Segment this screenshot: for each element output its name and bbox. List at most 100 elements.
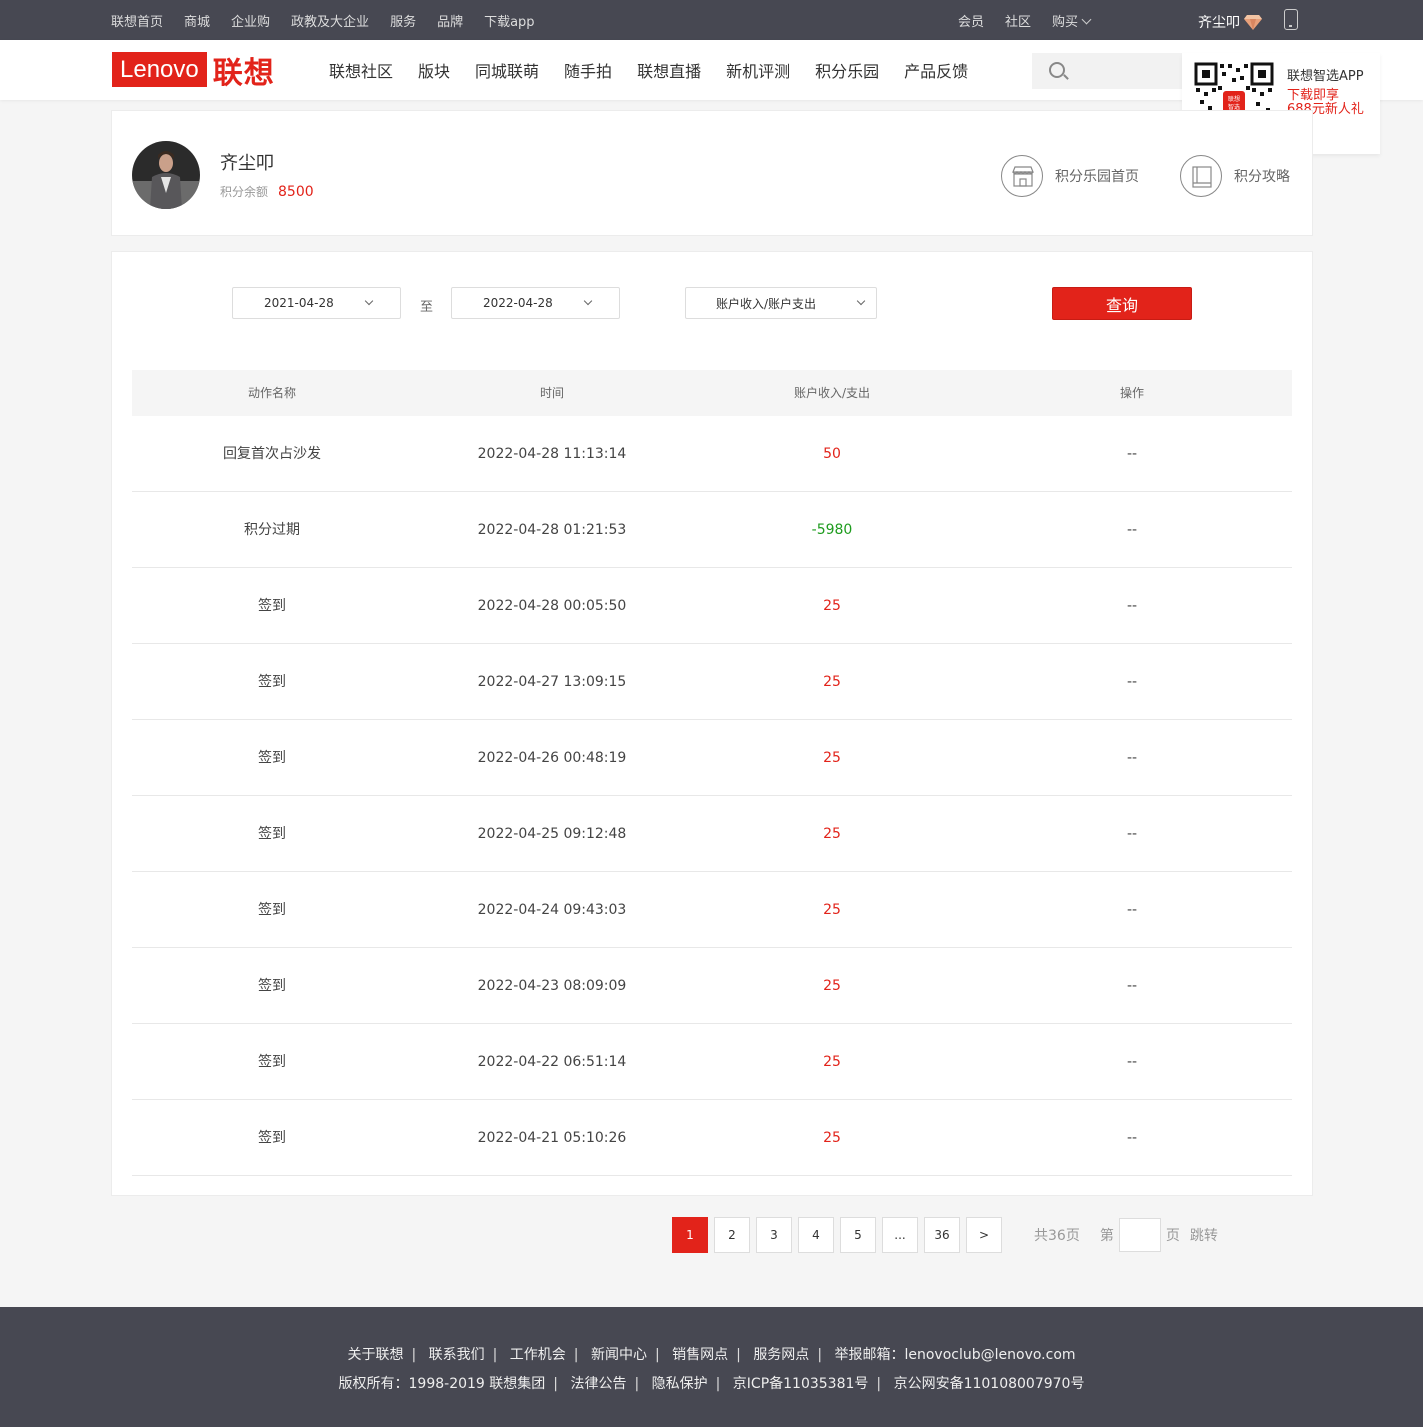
nav-item-points[interactable]: 积分乐园 [815,58,879,82]
top-link-mall[interactable]: 商城 [184,11,210,30]
top-link-buy-label: 购买 [1052,14,1079,30]
footer-links: 关于联想 | 联系我们 | 工作机会 | 新闻中心 | 销售网点 | 服务网点 | 举报邮箱… [347,1347,1076,1363]
total-pages: 共36页 [1034,1228,1080,1244]
lenovo-logo[interactable]: Lenovo 联想 [112,52,275,91]
jump-button[interactable]: 跳转 [1190,1225,1218,1245]
table-row: 签到 2022-04-21 05:10:26 25 -- [132,1100,1292,1176]
table-header: 动作名称 时间 账户收入/支出 操作 [132,370,1292,416]
row-operation: -- [1126,1130,1138,1146]
row-action: 签到 [258,1130,286,1146]
top-link-enterprise[interactable]: 企业购 [231,11,270,30]
row-action: 签到 [258,978,286,994]
top-link-gov-edu[interactable]: 政教及大企业 [291,11,369,30]
top-link-buy[interactable]: 购买 [1052,11,1092,30]
table-row: 签到 2022-04-23 08:09:09 25 -- [132,948,1292,1024]
table-row: 签到 2022-04-28 00:05:50 25 -- [132,568,1292,644]
top-bar-left-links: 联想首页 商城 企业购 政教及大企业 服务 品牌 下载app [111,0,556,40]
table-row: 签到 2022-04-25 09:12:48 25 -- [132,796,1292,872]
page-ellipsis: ... [882,1217,918,1253]
row-operation: -- [1126,1054,1138,1070]
header-operation: 操作 [1119,386,1144,400]
type-select[interactable]: 账户收入/账户支出 [685,287,877,319]
footer-link-legal[interactable]: 法律公告 [570,1376,626,1392]
avatar[interactable] [132,141,200,209]
search-input[interactable] [1032,53,1182,89]
diamond-icon [1244,15,1262,30]
footer-link-service[interactable]: 服务网点 [753,1347,809,1363]
goto-page-input[interactable] [1118,1218,1161,1252]
top-link-member[interactable]: 会员 [958,11,984,30]
row-time: 2022-04-26 00:48:19 [477,750,627,766]
points-balance: 积分余额 8500 [220,183,314,200]
row-amount: 25 [823,1054,841,1070]
footer-icp[interactable]: 京ICP备11035381号 [733,1376,869,1392]
row-operation: -- [1126,902,1138,918]
footer-copyright: 版权所有：1998-2019 联想集团 | 法律公告 | 隐私保护 | 京ICP备11… [338,1376,1085,1392]
top-link-brand[interactable]: 品牌 [437,11,463,30]
top-link-community[interactable]: 社区 [1005,11,1031,30]
footer-police-record[interactable]: 京公网安备110108007970号 [894,1376,1085,1392]
top-bar: 联想首页 商城 企业购 政教及大企业 服务 品牌 下载app 会员 社区 购买 … [0,0,1423,40]
row-time: 2022-04-27 13:09:15 [477,674,627,690]
profile-username: 齐尘叩 [220,153,274,174]
page-button-last[interactable]: 36 [924,1217,960,1253]
nav-item-reviews[interactable]: 新机评测 [726,58,790,82]
footer-link-sales[interactable]: 销售网点 [672,1347,728,1363]
end-date-select[interactable]: 2022-04-28 [451,287,620,319]
points-history-card: 2021-04-28 至 2022-04-28 账户收入/账户支出 查询 动作名… [111,251,1313,1196]
main-nav: 联想社区 版块 同城联萌 随手拍 联想直播 新机评测 积分乐园 产品反馈 [329,40,993,100]
top-link-service[interactable]: 服务 [390,11,416,30]
chevron-down-icon [583,296,593,306]
points-guide-link[interactable]: 积分攻略 [1180,155,1290,197]
nav-item-snapshots[interactable]: 随手拍 [564,58,612,82]
top-bar-right-links: 会员 社区 购买 [958,0,1111,40]
page-button-1[interactable]: 1 [672,1217,708,1253]
nav-item-feedback[interactable]: 产品反馈 [904,58,968,82]
row-operation: -- [1126,598,1138,614]
footer-report-email[interactable]: 举报邮箱：lenovoclub@lenovo.com [834,1347,1075,1363]
query-button[interactable]: 查询 [1052,287,1192,320]
search-icon[interactable] [1049,62,1065,78]
nav-item-community[interactable]: 联想社区 [329,58,393,82]
nav-item-live[interactable]: 联想直播 [637,58,701,82]
mobile-phone-icon[interactable] [1284,9,1298,30]
goto-suffix: 页 [1165,1228,1180,1244]
logo-en: Lenovo [112,52,207,87]
points-park-home-link[interactable]: 积分乐园首页 [1001,155,1139,197]
row-amount: -5980 [811,522,853,538]
nav-item-boards[interactable]: 版块 [418,58,450,82]
footer-link-privacy[interactable]: 隐私保护 [652,1376,708,1392]
next-page-button[interactable]: > [966,1217,1002,1253]
top-link-home[interactable]: 联想首页 [111,11,163,30]
balance-label: 积分余额 [220,185,269,199]
qr-badge-line1: 联想 [1228,95,1240,103]
row-time: 2022-04-28 00:05:50 [477,598,627,614]
top-username: 齐尘叩 [1198,15,1240,31]
page-button-5[interactable]: 5 [840,1217,876,1253]
row-action: 签到 [258,1054,286,1070]
row-amount: 50 [823,446,841,462]
table-row: 签到 2022-04-22 06:51:14 25 -- [132,1024,1292,1100]
profile-card: 齐尘叩 积分余额 8500 积分乐园首页 积分攻略 [111,110,1313,236]
page-button-3[interactable]: 3 [756,1217,792,1253]
copyright-text: 版权所有：1998-2019 联想集团 [338,1376,546,1392]
avatar-image [132,141,200,209]
chevron-down-icon [364,296,374,306]
nav-item-local[interactable]: 同城联萌 [475,58,539,82]
row-amount: 25 [823,902,841,918]
footer: 关于联想 | 联系我们 | 工作机会 | 新闻中心 | 销售网点 | 服务网点 | 举报邮箱… [0,1307,1423,1427]
page-button-4[interactable]: 4 [798,1217,834,1253]
user-menu[interactable]: 齐尘叩 [1198,0,1262,44]
footer-link-contact[interactable]: 联系我们 [429,1347,485,1363]
footer-link-about[interactable]: 关于联想 [347,1347,403,1363]
top-link-download-app[interactable]: 下载app [484,11,534,30]
footer-link-news[interactable]: 新闻中心 [591,1347,647,1363]
table-row: 签到 2022-04-26 00:48:19 25 -- [132,720,1292,796]
row-action: 积分过期 [244,522,300,538]
shop-icon [1001,155,1043,197]
footer-link-jobs[interactable]: 工作机会 [510,1347,566,1363]
row-action: 回复首次占沙发 [223,446,321,462]
start-date-select[interactable]: 2021-04-28 [232,287,401,319]
page-button-2[interactable]: 2 [714,1217,750,1253]
row-time: 2022-04-28 01:21:53 [477,522,627,538]
